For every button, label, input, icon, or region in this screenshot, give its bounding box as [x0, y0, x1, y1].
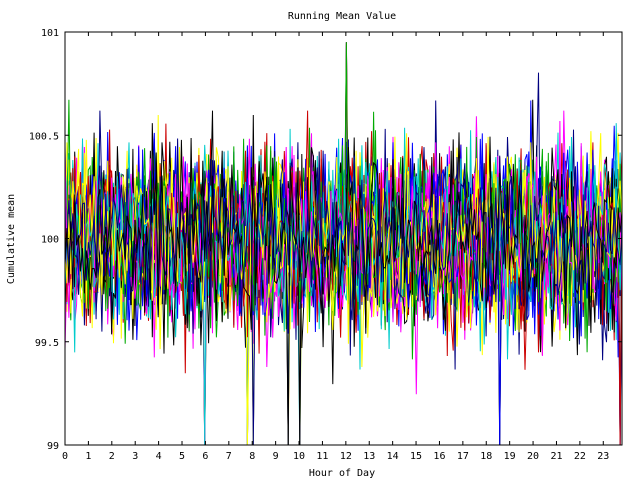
x-tick-label: 11: [316, 451, 328, 462]
chart-svg: Running Mean Value 9999.5100100.5101 012…: [6, 11, 623, 479]
y-tick-label: 101: [41, 28, 59, 39]
x-tick-label: 22: [574, 451, 586, 462]
x-tick-label: 14: [387, 451, 399, 462]
x-tick-label: 7: [226, 451, 232, 462]
x-tick-label: 13: [363, 451, 375, 462]
y-tick-label: 100.5: [29, 131, 59, 142]
x-tick-label: 12: [340, 451, 352, 462]
chart-title: Running Mean Value: [288, 11, 396, 22]
x-tick-label: 3: [132, 451, 138, 462]
series-group: [64, 42, 623, 446]
x-tick-label: 10: [293, 451, 305, 462]
x-tick-label: 8: [249, 451, 255, 462]
x-tick-label: 9: [273, 451, 279, 462]
x-tick-label: 19: [504, 451, 516, 462]
x-tick-label: 20: [527, 451, 539, 462]
x-tick-label: 23: [597, 451, 609, 462]
x-tick-label: 1: [85, 451, 91, 462]
x-axis-label: Hour of Day: [309, 468, 375, 479]
y-tick-label: 100: [41, 235, 59, 246]
x-tick-label: 17: [457, 451, 469, 462]
x-tick-label: 2: [109, 451, 115, 462]
x-tick-label: 15: [410, 451, 422, 462]
x-tick-label: 16: [433, 451, 445, 462]
y-axis-label: Cumulative mean: [6, 194, 17, 284]
x-tick-label: 4: [156, 451, 162, 462]
y-tick-label: 99: [47, 441, 59, 452]
x-tick-label: 18: [480, 451, 492, 462]
x-tick-label: 0: [62, 451, 68, 462]
y-tick-label: 99.5: [35, 338, 59, 349]
x-tick-label: 5: [179, 451, 185, 462]
x-tick-label: 6: [202, 451, 208, 462]
x-tick-label: 21: [550, 451, 562, 462]
